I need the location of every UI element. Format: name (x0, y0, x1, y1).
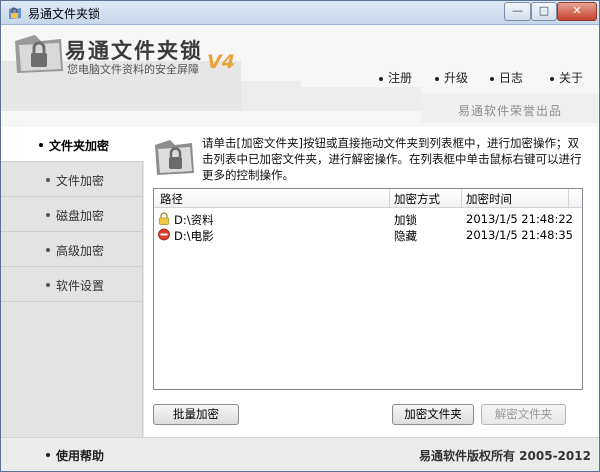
app-window: 易通文件夹锁 — □ ✕ 易通文件夹锁 您电脑文件资料的安全屏障 V4 注册 升… (0, 0, 600, 472)
minimize-button[interactable]: — (504, 2, 531, 21)
copyright-text: 易通软件版权所有 2005-2012 (419, 449, 591, 463)
column-header-time[interactable]: 加密时间 (466, 191, 512, 207)
list-item[interactable]: D:\资料 加锁 2013/1/5 21:48:22 (154, 211, 582, 227)
help-link[interactable]: 使用帮助 (56, 447, 104, 464)
sidebar-item-label: 软件设置 (56, 279, 105, 293)
column-header-path[interactable]: 路径 (160, 191, 183, 207)
sidebar-item-disk-encrypt[interactable]: 磁盘加密 (1, 197, 143, 232)
app-folder-lock-icon (9, 7, 21, 19)
window-title: 易通文件夹锁 (28, 7, 101, 21)
footer-bar: 使用帮助 易通软件版权所有 2005-2012 (1, 437, 599, 471)
bullet-icon (46, 213, 50, 217)
main-panel: 请单击[加密文件夹]按钮或直接拖动文件夹到列表框中，进行加密操作；双击列表中已加… (144, 127, 599, 437)
nav-register-label: 注册 (388, 71, 413, 85)
sidebar-item-label: 文件加密 (56, 174, 105, 188)
banner-decoration (241, 81, 301, 111)
list-item[interactable]: D:\电影 隐藏 2013/1/5 21:48:35 (154, 227, 582, 243)
title-bar[interactable]: 易通文件夹锁 — □ ✕ (1, 1, 599, 25)
banner-decoration (301, 87, 421, 111)
sidebar-item-file-encrypt[interactable]: 文件加密 (1, 162, 143, 197)
sidebar-item-label: 高级加密 (56, 244, 105, 258)
bullet-icon (550, 76, 554, 81)
encrypt-folder-button[interactable]: 加密文件夹 (392, 404, 474, 425)
sidebar-item-label: 文件夹加密 (49, 139, 110, 153)
lock-icon (159, 212, 169, 225)
bullet-icon (379, 76, 383, 81)
bullet-icon (39, 143, 43, 147)
version-badge: V4 (207, 51, 235, 73)
instruction-text: 请单击[加密文件夹]按钮或直接拖动文件夹到列表框中，进行加密操作；双击列表中已加… (202, 136, 582, 182)
bullet-icon (46, 453, 50, 457)
row-time: 2013/1/5 21:48:22 (466, 212, 573, 226)
row-method: 隐藏 (394, 229, 417, 243)
nav-about[interactable]: 关于 (550, 69, 583, 86)
nav-register[interactable]: 注册 (379, 69, 412, 86)
sidebar-item-advanced-encrypt[interactable]: 高级加密 (1, 232, 143, 267)
column-header-method[interactable]: 加密方式 (394, 191, 440, 207)
list-header: 路径 加密方式 加密时间 (154, 189, 582, 208)
bullet-icon (435, 76, 439, 81)
bullet-icon (46, 283, 50, 287)
row-time: 2013/1/5 21:48:35 (466, 228, 573, 242)
sidebar: 文件夹加密 文件加密 磁盘加密 高级加密 软件设置 (1, 127, 144, 437)
hidden-icon (158, 228, 170, 241)
nav-upgrade-label: 升级 (444, 71, 469, 85)
row-path: D:\电影 (174, 229, 214, 243)
nav-log[interactable]: 日志 (490, 69, 523, 86)
row-method: 加锁 (394, 213, 417, 227)
sidebar-item-settings[interactable]: 软件设置 (1, 267, 143, 302)
batch-encrypt-button[interactable]: 批量加密 (153, 404, 239, 425)
column-divider[interactable] (568, 189, 569, 207)
folder-lock-icon (155, 140, 194, 175)
column-divider[interactable] (389, 189, 390, 207)
sidebar-item-label: 磁盘加密 (56, 209, 105, 223)
decrypt-folder-button[interactable]: 解密文件夹 (481, 404, 566, 425)
nav-upgrade[interactable]: 升级 (435, 69, 468, 86)
sidebar-item-folder-encrypt[interactable]: 文件夹加密 (1, 127, 144, 162)
header-banner: 易通文件夹锁 您电脑文件资料的安全屏障 V4 注册 升级 日志 关于 易通软件荣… (1, 25, 599, 127)
column-divider[interactable] (461, 189, 462, 207)
logo-folder-lock-icon (15, 35, 63, 73)
nav-about-label: 关于 (559, 71, 584, 85)
encrypted-folder-list[interactable]: 路径 加密方式 加密时间 D:\资料 加锁 2013/1/5 21:48:22 (153, 188, 583, 390)
close-button[interactable]: ✕ (557, 2, 597, 21)
bullet-icon (490, 76, 494, 81)
brand-text: 易通软件荣誉出品 (458, 104, 563, 118)
maximize-button[interactable]: □ (531, 2, 557, 21)
bullet-icon (46, 248, 50, 252)
nav-log-label: 日志 (499, 71, 524, 85)
bullet-icon (46, 178, 50, 182)
logo-subtitle: 您电脑文件资料的安全屏障 (67, 63, 199, 76)
row-path: D:\资料 (174, 213, 214, 227)
